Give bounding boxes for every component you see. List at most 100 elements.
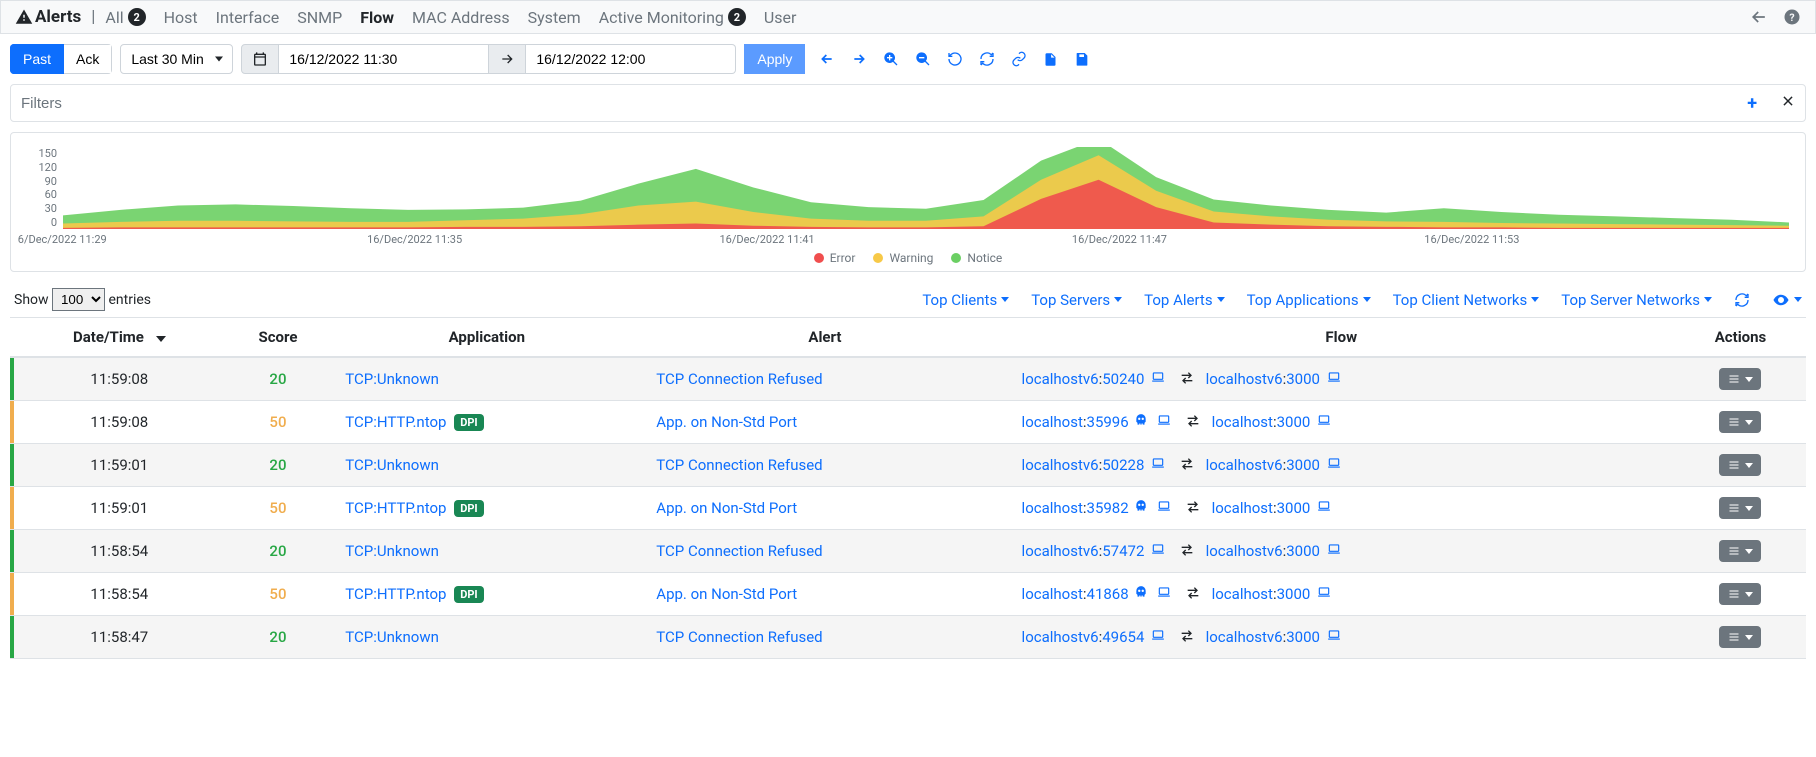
- application-link[interactable]: TCP:Unknown: [345, 628, 439, 646]
- dst-port-link[interactable]: 3000: [1286, 456, 1320, 474]
- date-to-input[interactable]: [526, 44, 736, 74]
- tab-host[interactable]: Host: [164, 8, 198, 27]
- menu-top-alerts[interactable]: Top Alerts: [1144, 291, 1224, 309]
- tab-badge: 2: [128, 8, 146, 26]
- src-host-link[interactable]: localhostv6: [1022, 456, 1099, 474]
- row-actions-menu[interactable]: [1719, 583, 1761, 605]
- src-port-link[interactable]: 35996: [1087, 413, 1129, 431]
- row-actions-menu[interactable]: [1719, 454, 1761, 476]
- tab-user[interactable]: User: [764, 8, 797, 27]
- row-actions-menu[interactable]: [1719, 626, 1761, 648]
- dst-host-link[interactable]: localhost: [1212, 585, 1273, 603]
- src-port-link[interactable]: 57472: [1102, 542, 1144, 560]
- ack-button[interactable]: Ack: [64, 44, 112, 74]
- application-link[interactable]: TCP:HTTP.ntop: [345, 413, 446, 431]
- alert-link[interactable]: TCP Connection Refused: [656, 456, 822, 474]
- src-host-link[interactable]: localhostv6: [1022, 542, 1099, 560]
- dst-port-link[interactable]: 3000: [1286, 370, 1320, 388]
- row-actions-menu[interactable]: [1719, 368, 1761, 390]
- src-host-link[interactable]: localhost: [1022, 413, 1083, 431]
- tab-snmp[interactable]: SNMP: [297, 8, 342, 27]
- tab-flow[interactable]: Flow: [360, 8, 394, 27]
- application-link[interactable]: TCP:Unknown: [345, 456, 439, 474]
- tab-interface[interactable]: Interface: [216, 8, 280, 27]
- dst-host-link[interactable]: localhostv6: [1206, 542, 1283, 560]
- add-filter-icon[interactable]: +: [1747, 93, 1757, 114]
- src-port-link[interactable]: 41868: [1087, 585, 1129, 603]
- dst-host-link[interactable]: localhostv6: [1206, 456, 1283, 474]
- zoom-in-icon[interactable]: [883, 51, 899, 67]
- application-link[interactable]: TCP:HTTP.ntop: [345, 585, 446, 603]
- dst-host-link[interactable]: localhost: [1212, 413, 1273, 431]
- dst-port-link[interactable]: 3000: [1286, 628, 1320, 646]
- step-forward-icon[interactable]: [851, 51, 867, 67]
- legend-notice[interactable]: Notice: [951, 251, 1002, 265]
- src-host-link[interactable]: localhostv6: [1022, 370, 1099, 388]
- legend-error[interactable]: Error: [814, 251, 856, 265]
- menu-top-clients[interactable]: Top Clients: [922, 291, 1009, 309]
- back-arrow-icon[interactable]: [1749, 7, 1769, 27]
- dst-host-link[interactable]: localhost: [1212, 499, 1273, 517]
- dst-host-link[interactable]: localhostv6: [1206, 628, 1283, 646]
- row-actions-menu[interactable]: [1719, 497, 1761, 519]
- src-host-link[interactable]: localhost: [1022, 585, 1083, 603]
- date-from-input[interactable]: [279, 44, 489, 74]
- src-port-link[interactable]: 50240: [1102, 370, 1144, 388]
- dst-host-link[interactable]: localhostv6: [1206, 370, 1283, 388]
- col-flow[interactable]: Flow: [1008, 318, 1675, 358]
- row-actions-menu[interactable]: [1719, 411, 1761, 433]
- refresh-icon[interactable]: [979, 51, 995, 67]
- menu-top-servers[interactable]: Top Servers: [1031, 291, 1122, 309]
- visibility-menu-icon[interactable]: [1772, 291, 1802, 309]
- col-actions[interactable]: Actions: [1675, 318, 1806, 358]
- src-port-link[interactable]: 35982: [1087, 499, 1129, 517]
- step-back-icon[interactable]: [819, 51, 835, 67]
- tab-all[interactable]: All2: [105, 8, 145, 27]
- src-port-link[interactable]: 50228: [1102, 456, 1144, 474]
- src-host-link[interactable]: localhost: [1022, 499, 1083, 517]
- application-link[interactable]: TCP:Unknown: [345, 542, 439, 560]
- table-refresh-icon[interactable]: [1734, 292, 1750, 308]
- entries-count-select[interactable]: 100: [52, 288, 105, 311]
- dst-port-link[interactable]: 3000: [1277, 499, 1311, 517]
- alert-link[interactable]: TCP Connection Refused: [656, 628, 822, 646]
- menu-top-client-networks[interactable]: Top Client Networks: [1393, 291, 1540, 309]
- menu-top-server-networks[interactable]: Top Server Networks: [1561, 291, 1712, 309]
- save-icon[interactable]: [1074, 51, 1090, 67]
- src-port-link[interactable]: 49654: [1102, 628, 1144, 646]
- col-score[interactable]: Score: [225, 318, 332, 358]
- past-button[interactable]: Past: [10, 44, 64, 74]
- row-actions-menu[interactable]: [1719, 540, 1761, 562]
- time-range-preset-select[interactable]: Last 30 Min: [120, 44, 233, 74]
- apply-button[interactable]: Apply: [744, 44, 805, 74]
- alert-link[interactable]: TCP Connection Refused: [656, 542, 822, 560]
- laptop-icon: [1316, 499, 1332, 517]
- src-host-link[interactable]: localhostv6: [1022, 628, 1099, 646]
- zoom-out-icon[interactable]: [915, 51, 931, 67]
- filters-input[interactable]: [21, 85, 1737, 121]
- col-date-time[interactable]: Date/Time: [14, 318, 225, 358]
- clear-filters-icon[interactable]: [1781, 94, 1795, 112]
- chart-plot-area[interactable]: [63, 147, 1789, 229]
- help-icon[interactable]: ?: [1783, 8, 1801, 26]
- tab-system[interactable]: System: [528, 8, 581, 27]
- col-application[interactable]: Application: [331, 318, 642, 358]
- application-link[interactable]: TCP:HTTP.ntop: [345, 499, 446, 517]
- tab-mac-address[interactable]: MAC Address: [412, 8, 510, 27]
- undo-icon[interactable]: [947, 51, 963, 67]
- col-alert[interactable]: Alert: [642, 318, 1007, 358]
- alert-link[interactable]: App. on Non-Std Port: [656, 585, 797, 603]
- legend-warning[interactable]: Warning: [873, 251, 933, 265]
- menu-top-applications[interactable]: Top Applications: [1247, 291, 1371, 309]
- application-link[interactable]: TCP:Unknown: [345, 370, 439, 388]
- alert-link[interactable]: App. on Non-Std Port: [656, 413, 797, 431]
- permalink-icon[interactable]: [1011, 51, 1027, 67]
- tab-active-monitoring[interactable]: Active Monitoring2: [599, 8, 746, 27]
- dst-port-link[interactable]: 3000: [1286, 542, 1320, 560]
- alert-link[interactable]: TCP Connection Refused: [656, 370, 822, 388]
- file-icon[interactable]: [1043, 52, 1058, 67]
- calendar-icon[interactable]: [241, 44, 279, 74]
- dst-port-link[interactable]: 3000: [1277, 585, 1311, 603]
- dst-port-link[interactable]: 3000: [1277, 413, 1311, 431]
- alert-link[interactable]: App. on Non-Std Port: [656, 499, 797, 517]
